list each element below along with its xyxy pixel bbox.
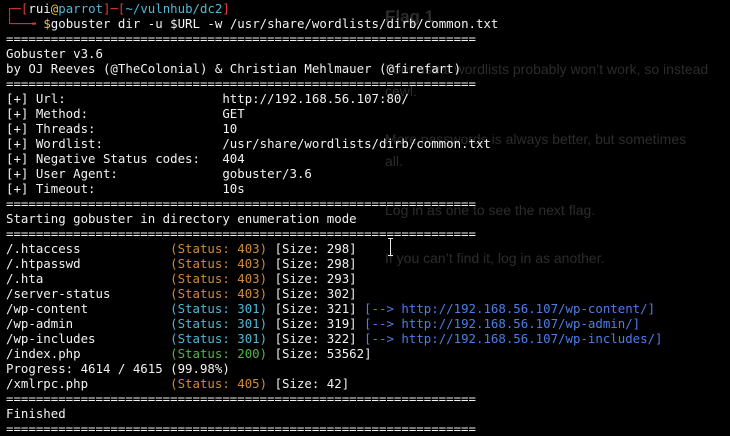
config-key: [+] Threads:	[6, 121, 223, 136]
config-value: 404	[222, 151, 245, 166]
result-path: /wp-content	[6, 301, 171, 316]
prompt-dollar: $	[43, 16, 51, 31]
config-key: [+] Negative Status codes:	[6, 151, 223, 166]
result-status: (Status: 403)	[170, 286, 268, 301]
prompt-top-line: ┌─[rui@parrot]─[~/vulnhub/dc2]	[6, 1, 230, 16]
config-key: [+] Url:	[6, 91, 223, 106]
banner-title: Gobuster v3.6	[6, 46, 103, 61]
result-status: (Status: 301)	[170, 331, 268, 346]
command-text[interactable]: gobuster dir -u $URL -w /usr/share/wordl…	[51, 16, 499, 31]
result-status: (Status: 301)	[170, 301, 268, 316]
config-value: gobuster/3.6	[222, 166, 312, 181]
config-value: 10s	[222, 181, 245, 196]
separator: ========================================…	[6, 76, 476, 91]
config-method: [+] Method: GET	[6, 106, 245, 121]
prompt-frame: ]	[222, 1, 230, 16]
config-wordlist: [+] Wordlist: /usr/share/wordlists/dirb/…	[6, 136, 491, 151]
result-size: [Size: 42]	[267, 376, 350, 391]
prompt-frame: ┌─[	[6, 1, 29, 16]
result-path: /.hta	[6, 271, 171, 286]
result-row: /index.php (Status: 200) [Size: 53562]	[6, 346, 372, 361]
prompt-path: ~/vulnhub/dc2	[125, 1, 223, 16]
result-path: /server-status	[6, 286, 171, 301]
result-row: /server-status (Status: 403) [Size: 302]	[6, 286, 357, 301]
command-line[interactable]: └──╼ $gobuster dir -u $URL -w /usr/share…	[6, 16, 498, 31]
prompt-host: parrot	[58, 1, 104, 16]
result-row: /.htaccess (Status: 403) [Size: 298]	[6, 241, 357, 256]
result-size: [Size: 298]	[267, 256, 357, 271]
result-path: /.htpasswd	[6, 256, 171, 271]
prompt-frame: ]─[	[103, 1, 126, 16]
banner-credits: by OJ Reeves (@TheColonial) & Christian …	[6, 61, 462, 76]
result-row: /wp-includes (Status: 301) [Size: 322] […	[6, 331, 663, 346]
text-cursor-icon	[388, 238, 394, 256]
result-row: /wp-admin (Status: 301) [Size: 319] [-->…	[6, 316, 640, 331]
config-url: [+] Url: http://192.168.56.107:80/	[6, 91, 409, 106]
result-size: [Size: 293]	[267, 271, 357, 286]
config-key: [+] Method:	[6, 106, 223, 121]
result-status: (Status: 403)	[170, 271, 268, 286]
prompt-frame: └──╼	[6, 16, 44, 31]
separator: ========================================…	[6, 226, 476, 241]
terminal-window[interactable]: ┌─[rui@parrot]─[~/vulnhub/dc2] └──╼ $gob…	[0, 0, 730, 436]
result-size: [Size: 53562]	[267, 346, 372, 361]
result-row: /.hta (Status: 403) [Size: 293]	[6, 271, 357, 286]
result-size: [Size: 321]	[267, 301, 357, 316]
result-path: /.htaccess	[6, 241, 171, 256]
separator: ========================================…	[6, 31, 476, 46]
result-status: (Status: 403)	[170, 256, 268, 271]
result-row: /.htpasswd (Status: 403) [Size: 298]	[6, 256, 357, 271]
result-status: (Status: 405)	[170, 376, 268, 391]
result-row: /xmlrpc.php (Status: 405) [Size: 42]	[6, 376, 349, 391]
result-size: [Size: 322]	[267, 331, 357, 346]
config-user-agent: [+] User Agent: gobuster/3.6	[6, 166, 312, 181]
config-key: [+] User Agent:	[6, 166, 223, 181]
result-size: [Size: 302]	[267, 286, 357, 301]
result-path: /xmlrpc.php	[6, 376, 171, 391]
separator: ========================================…	[6, 391, 476, 406]
config-key: [+] Timeout:	[6, 181, 223, 196]
result-path: /index.php	[6, 346, 171, 361]
config-timeout: [+] Timeout: 10s	[6, 181, 245, 196]
result-redirect-link[interactable]: [--> http://192.168.56.107/wp-content/]	[357, 301, 655, 316]
finished-message: Finished	[6, 406, 66, 421]
separator: ========================================…	[6, 196, 476, 211]
result-status: (Status: 301)	[170, 316, 268, 331]
config-value: GET	[222, 106, 245, 121]
config-negative-status: [+] Negative Status codes: 404	[6, 151, 245, 166]
config-key: [+] Wordlist:	[6, 136, 223, 151]
result-status: (Status: 200)	[170, 346, 268, 361]
result-size: [Size: 319]	[267, 316, 357, 331]
result-size: [Size: 298]	[267, 241, 357, 256]
result-path: /wp-includes	[6, 331, 171, 346]
start-message: Starting gobuster in directory enumerati…	[6, 211, 357, 226]
progress-text: Progress: 4614 / 4615 (99.98%)	[6, 361, 230, 376]
config-value: /usr/share/wordlists/dirb/common.txt	[222, 136, 491, 151]
result-status: (Status: 403)	[170, 241, 268, 256]
config-value: http://192.168.56.107:80/	[222, 91, 409, 106]
config-threads: [+] Threads: 10	[6, 121, 237, 136]
result-path: /wp-admin	[6, 316, 171, 331]
prompt-user: rui	[28, 1, 51, 16]
result-redirect-link[interactable]: [--> http://192.168.56.107/wp-includes/]	[357, 331, 662, 346]
result-redirect-link[interactable]: [--> http://192.168.56.107/wp-admin/]	[357, 316, 640, 331]
result-row: /wp-content (Status: 301) [Size: 321] [-…	[6, 301, 655, 316]
separator: ========================================…	[6, 421, 476, 436]
config-value: 10	[222, 121, 238, 136]
